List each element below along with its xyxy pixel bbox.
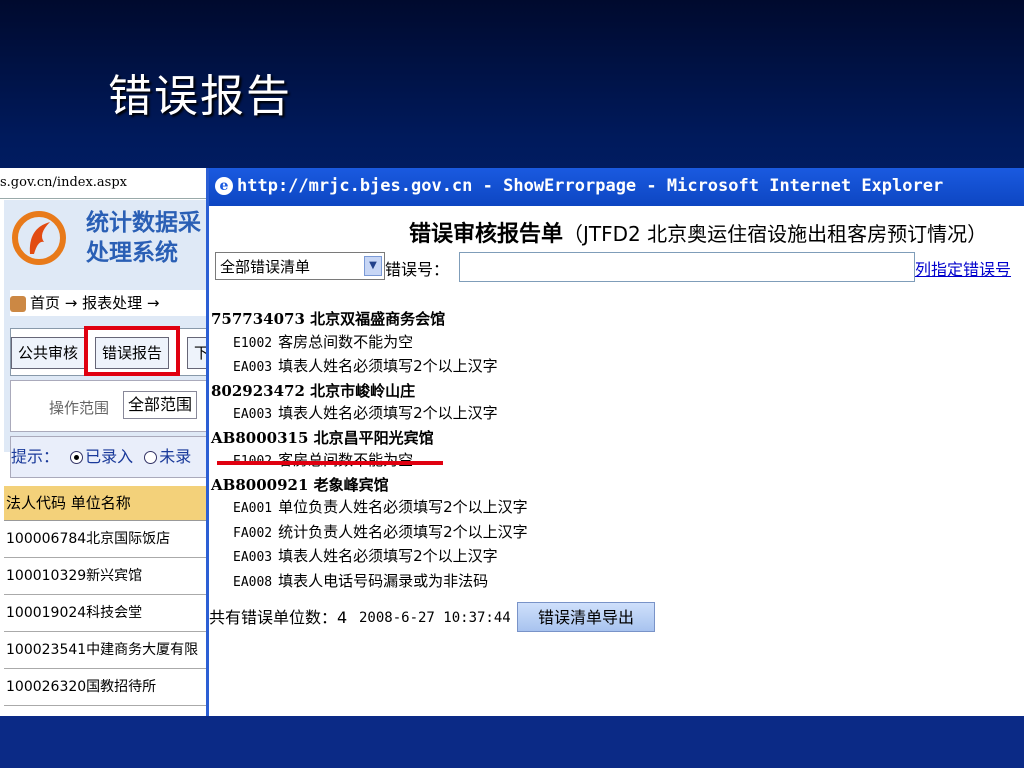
- row-code: 100006784: [6, 531, 87, 547]
- unit-table: 法人代码 单位名称 100006784北京国际饭店 100010329新兴宾馆 …: [4, 486, 206, 706]
- table-row[interactable]: 100026320国教招待所: [4, 669, 206, 706]
- radio-entered[interactable]: [70, 451, 84, 464]
- footer-band: [0, 716, 1024, 768]
- errno-input[interactable]: [459, 252, 915, 282]
- export-button[interactable]: 错误清单导出: [517, 602, 655, 632]
- table-row[interactable]: 100006784北京国际饭店: [4, 521, 206, 558]
- error-code: EA003: [233, 360, 273, 375]
- row-code: 100026320: [6, 679, 87, 695]
- error-item: FA002 统计负责人姓名必须填写2个以上汉字: [211, 521, 528, 546]
- row-name: 新兴宾馆: [86, 568, 143, 584]
- range-row: 操作范围 全部范围: [10, 380, 206, 432]
- report-title-main: 错误审核报告单: [409, 222, 564, 247]
- system-name-line1: 统计数据采: [86, 210, 201, 236]
- error-code: EA003: [233, 407, 273, 422]
- row-code: 100019024: [6, 605, 87, 621]
- radio-entered-label: 已录入: [85, 447, 134, 466]
- background-browser-window: s.gov.cn/index.aspx 统计数据采 处理系统 首页 → 报表处理…: [0, 168, 206, 716]
- table-row[interactable]: 100023541中建商务大厦有限: [4, 632, 206, 669]
- range-select[interactable]: 全部范围: [123, 391, 198, 419]
- errno-label: 错误号：: [385, 260, 450, 279]
- error-item: EA003 填表人姓名必须填写2个以上汉字: [211, 402, 528, 427]
- unit-code: 757734073: [211, 310, 305, 328]
- unit-code: AB8000315: [211, 428, 309, 447]
- unit-name: 北京昌平阳光宾馆: [313, 428, 434, 447]
- error-code: FA002: [233, 525, 273, 541]
- hint-row: 提示： 已录入 未录: [10, 436, 206, 478]
- unit-code: 802923472: [211, 381, 305, 400]
- error-message: 单位负责人姓名必须填写2个以上汉字: [278, 498, 528, 516]
- row-code: 100010329: [6, 568, 87, 584]
- filter-value: 全部错误清单: [220, 258, 311, 276]
- logo-icon: [12, 211, 66, 265]
- highlight-box: [84, 326, 180, 376]
- chevron-down-icon[interactable]: ▼: [364, 256, 382, 276]
- row-code: 100023541: [6, 642, 87, 658]
- unit-code: AB8000921: [211, 475, 309, 494]
- error-message: 统计负责人姓名必须填写2个以上汉字: [278, 522, 528, 541]
- table-header: 法人代码 单位名称: [4, 486, 206, 521]
- error-message: 填表人姓名必须填写2个以上汉字: [278, 404, 498, 422]
- system-name: 统计数据采 处理系统: [86, 208, 201, 268]
- highlight-underline: [217, 461, 443, 465]
- assign-errno-link[interactable]: 列指定错误号: [915, 256, 1011, 280]
- error-message: 填表人电话号码漏录或为非法码: [278, 571, 489, 590]
- timestamp: 2008-6-27 10:37:44: [359, 610, 511, 626]
- window-title: http://mrjc.bjes.gov.cn - ShowErrorpage …: [237, 176, 944, 196]
- report-title: 错误审核报告单（JTFD2 北京奥运住宿设施出租客房预订情况）: [409, 216, 987, 248]
- unit-name: 北京双福盛商务会馆: [310, 310, 446, 328]
- radio-not-entered-label: 未录: [159, 447, 192, 466]
- ie-icon: e: [215, 177, 233, 195]
- unit-name: 北京市峻岭山庄: [310, 381, 416, 400]
- row-name: 科技会堂: [86, 605, 143, 621]
- error-message: 填表人姓名必须填写2个以上汉字: [278, 357, 498, 375]
- error-code: EA008: [233, 574, 273, 590]
- error-item: EA003 填表人姓名必须填写2个以上汉字: [211, 355, 528, 380]
- error-list: 757734073 北京双福盛商务会馆 E1002 客房总间数不能为空 EA003…: [211, 308, 528, 594]
- slide-title: 错误报告: [108, 71, 292, 122]
- unit-name: 老象峰宾馆: [313, 475, 389, 494]
- error-code: EA003: [233, 550, 273, 565]
- summary: 共有错误单位数：4: [209, 604, 347, 628]
- system-name-line2: 处理系统: [86, 240, 178, 266]
- table-row[interactable]: 100010329新兴宾馆: [4, 558, 206, 595]
- hint-label: 提示：: [11, 447, 60, 466]
- error-filter-select[interactable]: 全部错误清单 ▼: [215, 252, 385, 280]
- error-item: EA003 填表人姓名必须填写2个以上汉字: [211, 545, 528, 570]
- breadcrumb: 首页 → 报表处理 →: [10, 290, 206, 316]
- row-name: 中建商务大厦有限: [86, 642, 199, 658]
- error-item: E1002 客房总间数不能为空: [211, 331, 528, 356]
- error-item: EA008 填表人电话号码漏录或为非法码: [211, 570, 528, 595]
- unit-header: AB8000921 老象峰宾馆: [211, 474, 528, 497]
- summary-label: 共有错误单位数：: [209, 608, 338, 627]
- summary-count: 4: [337, 608, 348, 627]
- radio-not-entered[interactable]: [144, 451, 158, 464]
- error-message: 客房总间数不能为空: [278, 332, 414, 351]
- tab-next[interactable]: 下: [187, 337, 206, 369]
- tab-public-audit[interactable]: 公共审核: [11, 337, 86, 369]
- home-icon: [10, 295, 26, 312]
- row-name: 北京国际饭店: [86, 531, 171, 547]
- error-item: EA001 单位负责人姓名必须填写2个以上汉字: [211, 496, 528, 521]
- error-message: 客房总间数不能为空: [278, 451, 414, 469]
- report-subtitle: （JTFD2 北京奥运住宿设施出租客房预订情况）: [563, 222, 988, 246]
- range-label: 操作范围: [49, 399, 110, 417]
- ie-window: e http://mrjc.bjes.gov.cn - ShowErrorpag…: [206, 168, 1024, 716]
- unit-header: 802923472 北京市峻岭山庄: [211, 380, 528, 403]
- window-title-bar[interactable]: e http://mrjc.bjes.gov.cn - ShowErrorpag…: [209, 168, 1024, 206]
- error-code: E1002: [233, 335, 273, 351]
- row-name: 国教招待所: [86, 679, 157, 695]
- error-message: 填表人姓名必须填写2个以上汉字: [278, 547, 498, 565]
- address-bar[interactable]: s.gov.cn/index.aspx: [0, 168, 206, 199]
- error-code: EA001: [233, 501, 273, 516]
- unit-header: 757734073 北京双福盛商务会馆: [211, 308, 528, 331]
- unit-header: AB8000315 北京昌平阳光宾馆: [211, 427, 528, 450]
- breadcrumb-text[interactable]: 首页 → 报表处理 →: [30, 294, 159, 312]
- table-row[interactable]: 100019024科技会堂: [4, 595, 206, 632]
